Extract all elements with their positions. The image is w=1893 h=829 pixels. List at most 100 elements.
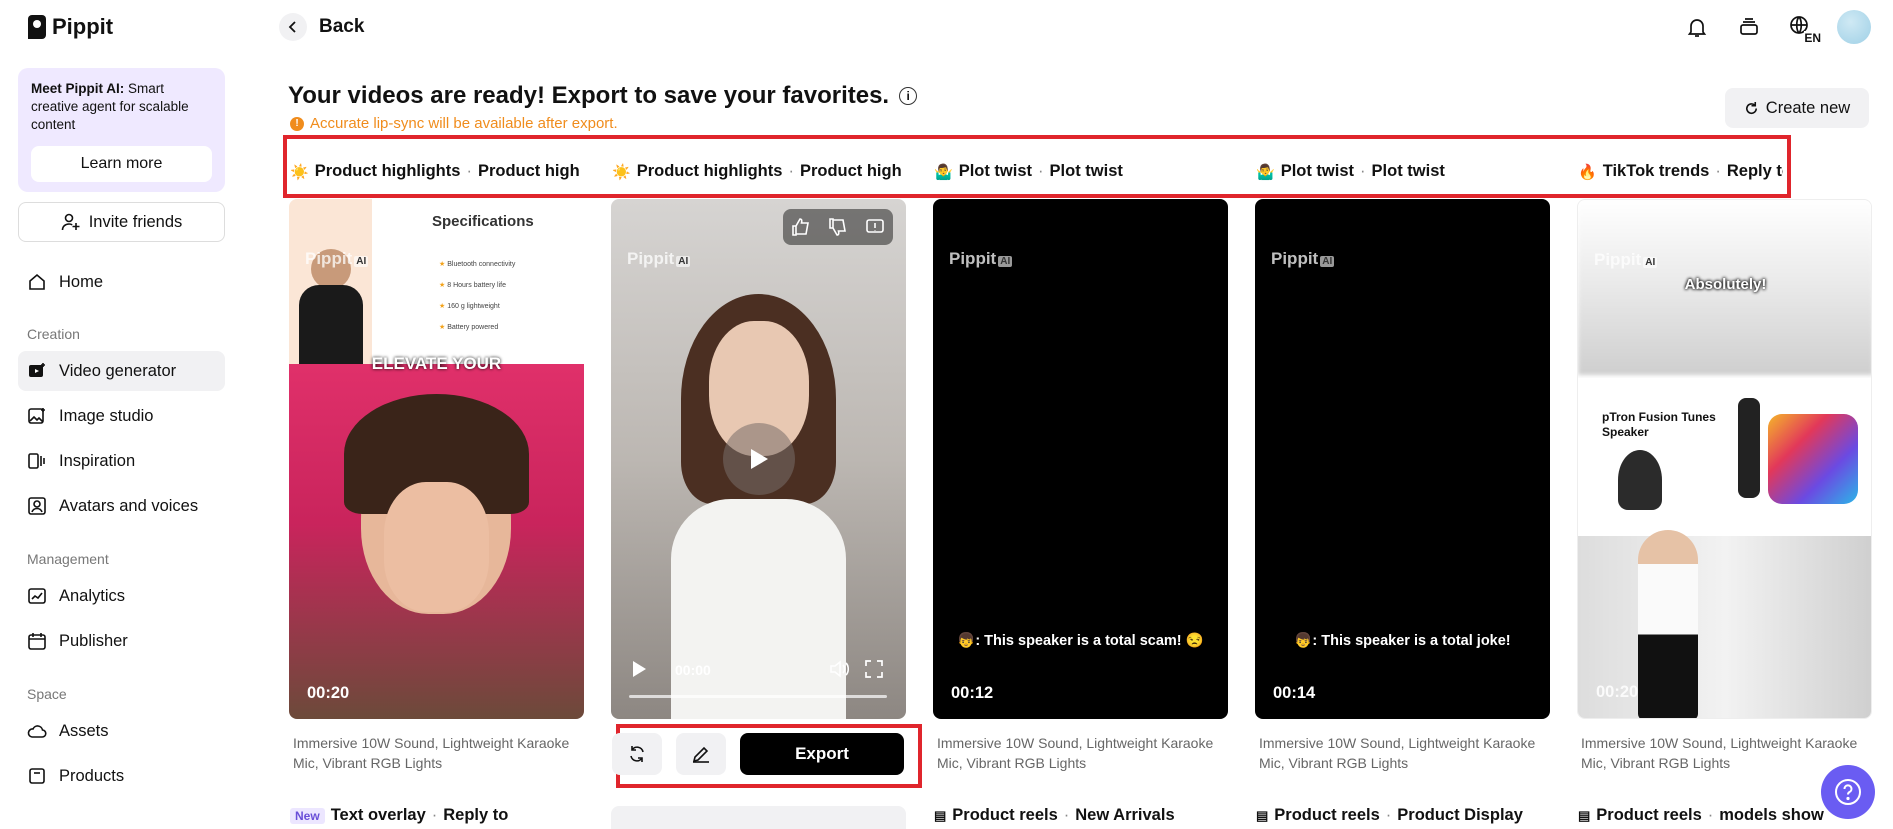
tab-video-4[interactable]: 🤷‍♂️ Plot twist · Plot twist (1256, 162, 1546, 181)
invite-label: Invite friends (88, 212, 183, 231)
info-icon[interactable]: i (899, 87, 918, 105)
tab-video-3[interactable]: 🤷‍♂️ Plot twist · Plot twist (934, 162, 1224, 181)
play-small-icon[interactable] (631, 660, 647, 678)
duration-badge: 00:20 (1596, 683, 1639, 701)
tab-video-2[interactable]: ☀️ Product highlights·Product highli... (612, 162, 902, 181)
overlay-text: ELEVATE YOUR (371, 354, 502, 373)
stack-icon[interactable] (1733, 11, 1765, 43)
tag-title: Product reels (1596, 806, 1702, 824)
warning-text: Accurate lip-sync will be available afte… (310, 115, 618, 132)
spec-list: ★ Bluetooth connectivity ★ 8 Hours batte… (439, 254, 515, 338)
next-row-tag-3[interactable]: ▤ Product reels · New Arrivals (934, 806, 1175, 825)
tab-title: TikTok trends (1602, 162, 1710, 180)
watermark: Pippit AI (949, 249, 1013, 269)
video-card-5[interactable]: Absolutely! pTron Fusion Tunes Speaker P… (1577, 199, 1872, 719)
video-card-2[interactable]: Pippit AI 00:00 (611, 199, 906, 719)
tab-title: Plot twist (958, 162, 1033, 180)
mic-image (1738, 398, 1760, 498)
video-card-1[interactable]: Specifications ★ Bluetooth connectivity … (289, 199, 584, 719)
sidebar-item-analytics[interactable]: Analytics (18, 576, 225, 616)
tab-video-1[interactable]: ☀️ Product highlights·Product highli... (290, 162, 580, 181)
page-title: Your videos are ready! Export to save yo… (288, 82, 918, 110)
tag-title: Text overlay (330, 806, 426, 824)
new-badge: New (290, 807, 325, 824)
add-user-icon (61, 213, 80, 231)
invite-friends-button[interactable]: Invite friends (18, 202, 225, 242)
video-description: Immersive 10W Sound, Lightweight Karaoke… (937, 735, 1214, 771)
avatar-panel (289, 199, 372, 364)
next-row-tag-4[interactable]: ▤ Product reels · Product Display (1256, 806, 1523, 825)
product-name: pTron Fusion Tunes Speaker (1602, 410, 1716, 439)
sidebar-item-products[interactable]: Products (18, 756, 225, 796)
language-globe-icon[interactable]: EN (1785, 11, 1821, 45)
report-icon[interactable] (865, 217, 885, 237)
shrug-icon: 🤷‍♂️ (934, 163, 953, 181)
watermark-name: Pippit (1594, 250, 1642, 269)
watermark-name: Pippit (949, 249, 997, 268)
sidebar-item-assets[interactable]: Assets (18, 711, 225, 751)
sidebar-item-publisher[interactable]: Publisher (18, 621, 225, 661)
sidebar-item-image-studio[interactable]: Image studio (18, 396, 225, 436)
video-card-3[interactable]: Pippit AI 👦: This speaker is a total scam… (933, 199, 1228, 719)
bell-icon[interactable] (1681, 11, 1713, 43)
avatar[interactable] (1837, 10, 1871, 44)
chevron-left-icon (279, 13, 307, 41)
learn-more-button[interactable]: Learn more (31, 146, 212, 182)
next-row-tag-5[interactable]: ▤ Product reels · models show (1578, 806, 1824, 825)
fullscreen-icon[interactable] (865, 660, 883, 678)
cloud-icon (27, 721, 47, 741)
watermark-tag: AI (676, 256, 691, 267)
next-row-tag-1[interactable]: New Text overlay · Reply to (290, 806, 508, 825)
video-caption: 👦: This speaker is a total joke! (1294, 633, 1511, 649)
promo-card: Meet Pippit AI: Smart creative agent for… (18, 68, 225, 192)
current-time: 00:00 (675, 662, 711, 678)
logo[interactable]: Pippit (28, 14, 113, 40)
refresh-icon (1745, 101, 1757, 114)
sidebar-item-inspiration[interactable]: Inspiration (18, 441, 225, 481)
spec-item: ★ Bluetooth connectivity (439, 261, 516, 268)
create-new-button[interactable]: Create new (1725, 88, 1869, 128)
spec-item-text: 160 g lightweight (447, 303, 500, 310)
watermark-tag: AI (354, 256, 369, 267)
spec-item-text: Battery powered (447, 324, 499, 331)
sun-icon: ☀️ (612, 163, 631, 181)
watermark: Pippit AI (627, 249, 691, 269)
avatar-icon (27, 496, 47, 516)
warning-icon: ! (290, 116, 304, 131)
sidebar-item-avatars-voices[interactable]: Avatars and voices (18, 486, 225, 526)
spec-item: ★ 8 Hours battery life (439, 282, 506, 289)
video-card-4[interactable]: Pippit AI 👦: This speaker is a total joke… (1255, 199, 1550, 719)
help-button[interactable] (1821, 765, 1875, 819)
export-button[interactable]: Export (740, 733, 904, 775)
product-panel: pTron Fusion Tunes Speaker (1578, 378, 1871, 536)
language-code: EN (1804, 31, 1821, 45)
tab-video-5[interactable]: 🔥 TikTok trends·Reply to (1578, 162, 1783, 181)
thumbs-up-icon[interactable] (791, 217, 811, 237)
video-thumbnail (289, 364, 584, 719)
edit-button[interactable] (676, 733, 726, 775)
sidebar-item-label: Avatars and voices (59, 496, 199, 515)
thumbs-down-icon[interactable] (828, 217, 848, 237)
face-front (384, 482, 489, 612)
tag-subtitle: Product Display (1397, 806, 1523, 824)
fire-icon: 🔥 (1578, 163, 1597, 181)
volume-icon[interactable] (829, 660, 849, 678)
sidebar-item-label: Image studio (59, 406, 154, 425)
sidebar-item-video-generator[interactable]: Video generator (18, 351, 225, 391)
spec-panel: Specifications ★ Bluetooth connectivity … (289, 199, 584, 364)
regenerate-button[interactable] (612, 733, 662, 775)
back-button[interactable]: Back (279, 13, 364, 41)
product-box-icon (27, 766, 47, 786)
sidebar-item-label: Video generator (59, 361, 177, 380)
presenter-mini (1618, 450, 1662, 510)
overlay-text: Absolutely! (1684, 276, 1767, 293)
play-button[interactable] (723, 423, 795, 495)
sidebar-item-home[interactable]: Home (18, 262, 225, 302)
tab-subtitle: Plot twist (1049, 162, 1123, 180)
duration-badge: 00:12 (951, 684, 994, 702)
progress-bar[interactable] (629, 695, 887, 698)
watermark-name: Pippit (1271, 249, 1319, 268)
sidebar-item-label: Products (59, 766, 125, 785)
speaker-image (1768, 414, 1858, 504)
tab-subtitle: Plot twist (1371, 162, 1445, 180)
